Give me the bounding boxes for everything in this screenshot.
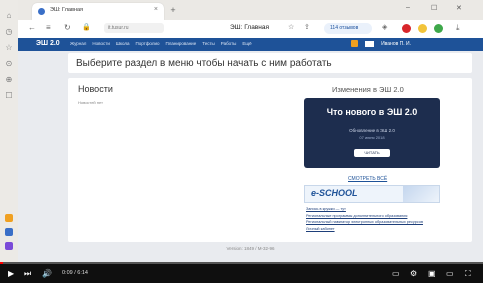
site-header-right: Иванов П. И. bbox=[351, 40, 411, 47]
progress-fill bbox=[0, 262, 3, 264]
menu-icon[interactable]: ≡ bbox=[46, 23, 51, 32]
site-menu: Журнал Новости Школа Портфолио Планирова… bbox=[70, 41, 252, 46]
play-icon[interactable]: ▶ bbox=[8, 269, 14, 278]
download-icon[interactable]: ⤓ bbox=[456, 23, 460, 33]
menu-item[interactable]: Школа bbox=[116, 41, 130, 46]
changes-title: Изменения в ЭШ 2.0 bbox=[332, 85, 404, 94]
maximize-button[interactable]: ☐ bbox=[431, 4, 437, 12]
theater-icon[interactable]: ▭ bbox=[446, 269, 454, 278]
footer-version: Version: 1849 / M-32-96 bbox=[226, 246, 275, 251]
downloads-icon[interactable]: ⊙ bbox=[5, 60, 13, 68]
menu-item[interactable]: Планирование bbox=[165, 41, 196, 46]
menu-item[interactable]: Ещё bbox=[242, 41, 251, 46]
extension-green-icon[interactable] bbox=[434, 24, 443, 33]
news-empty-text: Новостей нет bbox=[78, 100, 103, 105]
tab-bar: ЭШ: Главная × + – ☐ ✕ bbox=[18, 0, 483, 20]
tab-title: ЭШ: Главная bbox=[50, 7, 83, 13]
address-bar: ← ≡ ↻ 🔒 it.tusur.ru ЭШ: Главная ☆ ⇪ 114 … bbox=[18, 20, 483, 39]
banner-title: Что нового в ЭШ 2.0 bbox=[326, 107, 418, 117]
close-window-button[interactable]: ✕ bbox=[456, 4, 462, 12]
screen: ⌂ ◷ ☆ ⊙ ⊕ ☐ ЭШ: Главная × + – ☐ ✕ ← ≡ ↻ … bbox=[0, 0, 483, 283]
user-menu[interactable]: Иванов П. И. bbox=[381, 41, 411, 47]
see-all-link[interactable]: СМОТРЕТЬ ВСЁ bbox=[348, 176, 387, 182]
app-icon-purple[interactable] bbox=[5, 242, 13, 250]
volume-icon[interactable]: 🔊 bbox=[42, 269, 52, 278]
menu-item[interactable]: Новости bbox=[92, 41, 109, 46]
progress-bar[interactable] bbox=[0, 262, 483, 264]
subtitles-icon[interactable]: ▭ bbox=[392, 269, 400, 278]
home-icon[interactable]: ⌂ bbox=[5, 12, 13, 20]
miniplayer-icon[interactable]: ▣ bbox=[428, 269, 436, 278]
page-title: ЭШ: Главная bbox=[230, 24, 269, 31]
browser-side-panel: ⌂ ◷ ☆ ⊙ ⊕ ☐ bbox=[0, 0, 19, 262]
list-item[interactable]: Запись в кружки — тут bbox=[306, 207, 446, 212]
close-tab-icon[interactable]: × bbox=[154, 6, 158, 13]
video-controls: ▶ ⏭ 🔊 0:09 / 6:14 ▭ ⚙ ▣ ▭ ⛶ bbox=[0, 262, 483, 283]
menu-item[interactable]: Работы bbox=[221, 41, 237, 46]
menu-item[interactable]: Журнал bbox=[70, 41, 86, 46]
new-tab-button[interactable]: + bbox=[168, 5, 178, 15]
news-title: Новости bbox=[78, 84, 113, 94]
banner-subtitle: Обновление в ЭШ 2.0 bbox=[349, 128, 395, 133]
notification-icon[interactable] bbox=[351, 40, 359, 47]
extension-adblock-icon[interactable] bbox=[402, 24, 411, 33]
minimize-button[interactable]: – bbox=[406, 4, 410, 11]
settings-gear-icon[interactable]: ⚙ bbox=[410, 269, 417, 278]
time-readout: 0:09 / 6:14 bbox=[62, 270, 88, 276]
back-icon[interactable]: ← bbox=[28, 23, 36, 32]
banner-read-button[interactable]: ЧИТАТЬ bbox=[354, 149, 390, 157]
eschool-logo: e-SCHOOL bbox=[311, 188, 358, 198]
fullscreen-icon[interactable]: ⛶ bbox=[465, 269, 471, 279]
tab-active[interactable]: ЭШ: Главная × bbox=[32, 3, 164, 20]
reviews-badge[interactable]: 114 отзывов bbox=[324, 23, 372, 34]
app-icon-orange[interactable] bbox=[5, 214, 13, 222]
page-heading: Выберите раздел в меню чтобы начать с ни… bbox=[76, 58, 332, 69]
lock-icon: 🔒 bbox=[82, 24, 91, 31]
list-item[interactable]: Региональные программы дополнительного о… bbox=[306, 214, 446, 219]
notes-icon[interactable]: ☐ bbox=[5, 92, 13, 100]
site-favicon-icon bbox=[38, 8, 45, 15]
eschool-stripe bbox=[403, 186, 439, 202]
reload-icon[interactable]: ↻ bbox=[64, 23, 71, 32]
site-logo[interactable]: ЭШ 2.0 bbox=[36, 40, 60, 47]
settings-icon[interactable]: ⊕ bbox=[5, 76, 13, 84]
menu-item[interactable]: Портфолио bbox=[136, 41, 160, 46]
app-icon-blue[interactable] bbox=[5, 228, 13, 236]
heading-panel: Выберите раздел в меню чтобы начать с ни… bbox=[68, 53, 472, 73]
list-item[interactable]: Личный кабинет bbox=[306, 227, 446, 232]
eschool-banner[interactable]: e-SCHOOL bbox=[304, 185, 440, 203]
url-field[interactable]: it.tusur.ru bbox=[104, 23, 164, 33]
links-list: Запись в кружки — тут Региональные прогр… bbox=[306, 207, 446, 233]
bookmark-star-icon[interactable]: ☆ bbox=[288, 23, 294, 31]
next-icon[interactable]: ⏭ bbox=[24, 269, 31, 279]
url-text: it.tusur.ru bbox=[108, 25, 129, 31]
extension-yellow-icon[interactable] bbox=[418, 24, 427, 33]
whats-new-banner[interactable]: Что нового в ЭШ 2.0 Обновление в ЭШ 2.0 … bbox=[304, 98, 440, 168]
bookmarks-icon[interactable]: ☆ bbox=[5, 44, 13, 52]
site-header: ЭШ 2.0 Журнал Новости Школа Портфолио Пл… bbox=[18, 38, 483, 51]
history-icon[interactable]: ◷ bbox=[5, 28, 13, 36]
page-content: Выберите раздел в меню чтобы начать с ни… bbox=[18, 51, 483, 262]
menu-item[interactable]: Тесты bbox=[202, 41, 215, 46]
protect-icon[interactable]: ◈ bbox=[382, 23, 387, 31]
list-item[interactable]: Региональный навигатор электронных образ… bbox=[306, 220, 446, 225]
main-card: Новости Новостей нет Изменения в ЭШ 2.0 … bbox=[68, 78, 472, 242]
messages-icon[interactable] bbox=[365, 40, 375, 47]
share-icon[interactable]: ⇪ bbox=[304, 23, 310, 31]
banner-date: 07 июня 2018 bbox=[359, 135, 385, 140]
